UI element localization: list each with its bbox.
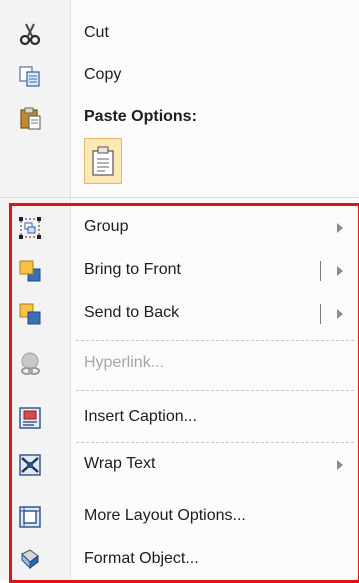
paste-keep-text-icon xyxy=(91,145,115,182)
paste-keep-text-button[interactable] xyxy=(84,138,122,184)
menu-item-cut[interactable]: Cut xyxy=(0,14,359,54)
copy-label: Copy xyxy=(84,66,122,83)
copy-icon xyxy=(18,64,42,88)
paste-divider xyxy=(0,197,359,198)
clipboard-icon xyxy=(18,106,42,130)
menu-item-copy[interactable]: Copy xyxy=(0,56,359,96)
cut-label: Cut xyxy=(84,24,109,41)
highlight-frame xyxy=(9,203,359,583)
paste-options-label: Paste Options: xyxy=(84,108,197,125)
paste-options-header: Paste Options: xyxy=(0,98,359,138)
context-menu: Cut Copy Paste Options: Group Bring to F… xyxy=(0,0,359,583)
scissors-icon xyxy=(18,22,42,46)
